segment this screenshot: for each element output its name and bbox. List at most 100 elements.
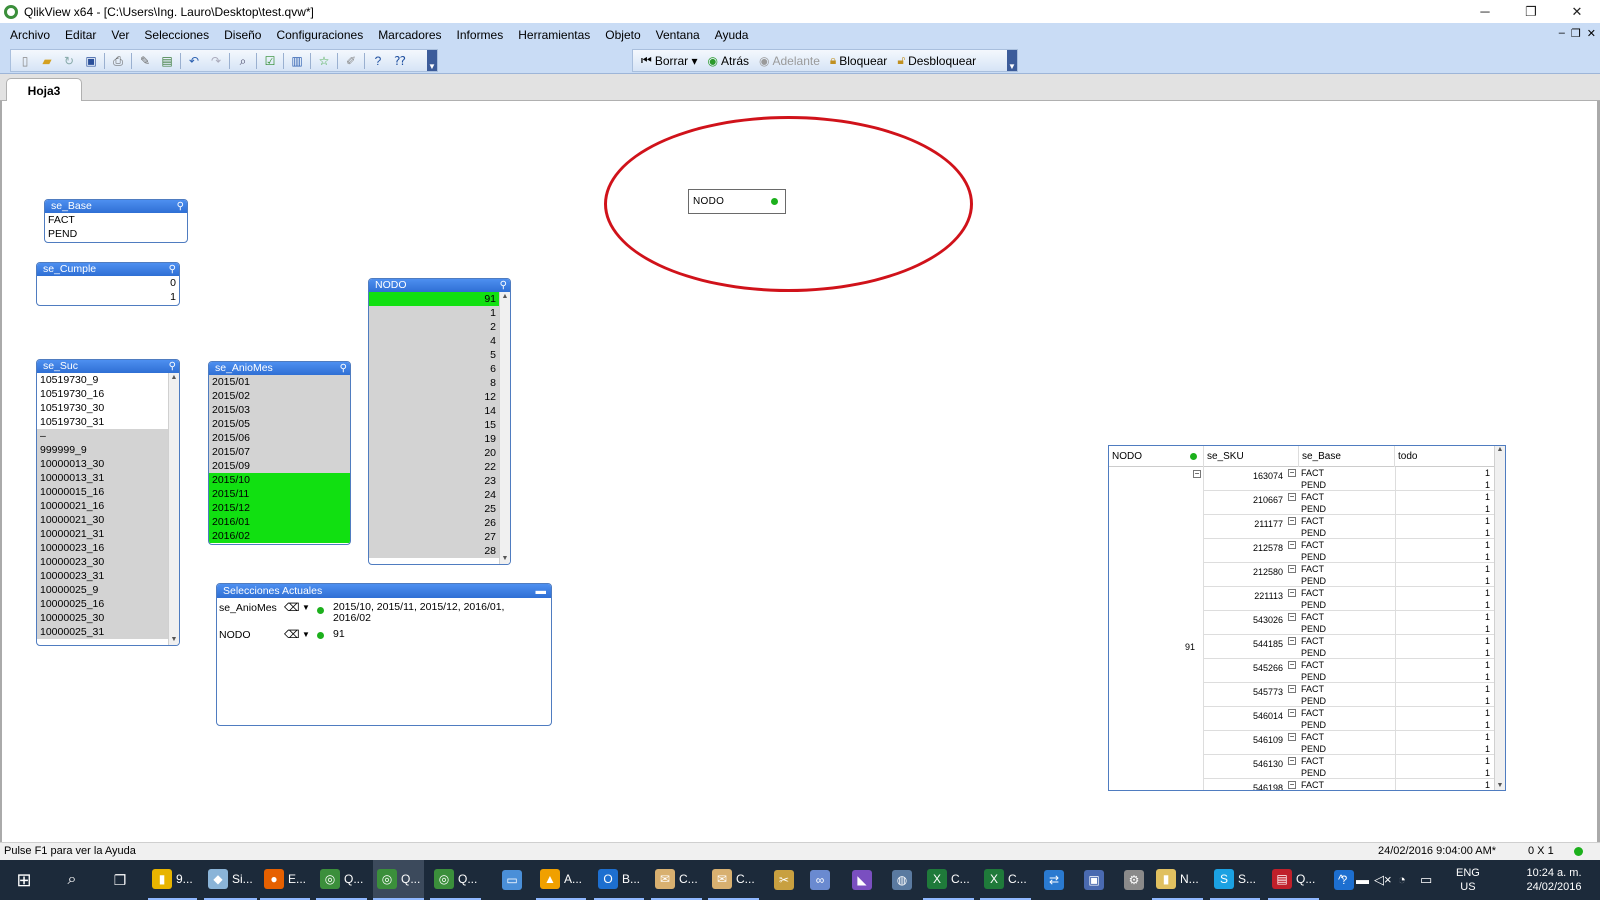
column-header-nodo[interactable]: NODO <box>1109 446 1204 467</box>
list-item[interactable]: 10000013_31 <box>37 471 168 485</box>
power-icon[interactable]: ▬ <box>1356 872 1369 887</box>
list-item[interactable]: 10519730_31 <box>37 415 168 429</box>
list-item[interactable]: 10000015_16 <box>37 485 168 499</box>
mdi-minimize-button[interactable]: – <box>1559 27 1565 40</box>
list-item[interactable]: 12 <box>369 390 499 404</box>
scroll-up-icon[interactable]: ▲ <box>1495 446 1505 456</box>
list-item[interactable]: 2015/05 <box>209 417 350 431</box>
scroll-up-icon[interactable]: ▲ <box>169 373 179 383</box>
collapse-icon[interactable]: − <box>1288 757 1296 765</box>
checkbox-icon[interactable]: ☑ <box>262 53 278 69</box>
list-item[interactable]: 2015/11 <box>209 487 350 501</box>
collapse-icon[interactable]: − <box>1288 781 1296 789</box>
collapse-icon[interactable]: − <box>1288 613 1296 621</box>
vertical-scrollbar[interactable]: ▲ ▼ <box>499 292 510 564</box>
forward-button[interactable]: ◉ Adelante <box>759 54 820 68</box>
list-item[interactable]: 10000025_16 <box>37 597 168 611</box>
undo-icon[interactable]: ↶ <box>186 53 202 69</box>
list-item[interactable]: 23 <box>369 474 499 488</box>
menu-ver[interactable]: Ver <box>111 28 129 42</box>
context-help-icon[interactable]: ⁇ <box>392 53 408 69</box>
menu-objeto[interactable]: Objeto <box>605 28 640 42</box>
list-item[interactable]: 20 <box>369 446 499 460</box>
search-icon[interactable]: ⚲ <box>177 200 184 213</box>
taskbar-app-button[interactable]: ● E... <box>260 860 311 900</box>
list-item[interactable]: 2015/03 <box>209 403 350 417</box>
task-view-icon[interactable]: ❐ <box>108 860 132 900</box>
volume-muted-icon[interactable]: ◁× <box>1374 872 1392 888</box>
taskbar-app-button[interactable]: ◍ <box>888 860 920 900</box>
list-item[interactable]: 10000023_30 <box>37 555 168 569</box>
chevron-down-icon[interactable]: ▼ <box>302 603 310 612</box>
column-header-se-base[interactable]: se_Base <box>1299 446 1395 467</box>
minimize-icon[interactable]: ▬ <box>536 584 547 598</box>
toolbar-options-icon[interactable]: ▼ <box>1007 50 1017 71</box>
list-item[interactable]: 19 <box>369 432 499 446</box>
taskbar-app-button[interactable]: ▤ Q... <box>1268 860 1320 900</box>
list-item[interactable]: 10000025_30 <box>37 611 168 625</box>
taskbar-app-button[interactable]: ◎ Q... <box>373 860 425 900</box>
list-item[interactable]: FACT <box>45 213 187 227</box>
taskbar-clock[interactable]: 10:24 a. m. 24/02/2016 <box>1520 866 1588 894</box>
edit-icon[interactable]: ✐ <box>343 53 359 69</box>
list-item[interactable]: 2015/01 <box>209 375 350 389</box>
list-item[interactable]: PEND <box>45 227 187 241</box>
list-item[interactable]: 2015/02 <box>209 389 350 403</box>
help-icon[interactable]: ? <box>370 53 386 69</box>
vertical-scrollbar[interactable]: ▲ ▼ <box>1494 446 1505 790</box>
list-item[interactable]: 2015/09 <box>209 459 350 473</box>
list-item[interactable]: 14 <box>369 404 499 418</box>
search-icon[interactable]: ⌕ <box>60 860 84 900</box>
list-item[interactable]: 999999_9 <box>37 443 168 457</box>
list-item[interactable]: 4 <box>369 334 499 348</box>
collapse-icon[interactable]: − <box>1288 733 1296 741</box>
list-item[interactable]: 2015/10 <box>209 473 350 487</box>
list-item[interactable]: 26 <box>369 516 499 530</box>
list-item[interactable]: 0 <box>37 276 179 290</box>
back-button[interactable]: ◉ Atrás <box>708 54 750 68</box>
collapse-icon[interactable]: − <box>1193 470 1201 478</box>
menu-ayuda[interactable]: Ayuda <box>715 28 749 42</box>
taskbar-app-button[interactable]: ✉ C... <box>708 860 759 900</box>
search-icon[interactable]: ⚲ <box>169 360 176 373</box>
list-item[interactable]: 8 <box>369 376 499 390</box>
list-item[interactable]: 2015/12 <box>209 501 350 515</box>
list-item[interactable]: 2015/06 <box>209 431 350 445</box>
scroll-down-icon[interactable]: ▼ <box>500 554 510 564</box>
taskbar-app-button[interactable]: ◎ Q... <box>316 860 368 900</box>
list-item[interactable]: 6 <box>369 362 499 376</box>
taskbar-app-button[interactable]: ▮ 9... <box>148 860 197 900</box>
eraser-icon[interactable]: ⌫ <box>284 628 300 641</box>
menu-configuraciones[interactable]: Configuraciones <box>276 28 363 42</box>
lock-button[interactable]: 🔒︎ Bloquear <box>830 53 887 68</box>
notifications-icon[interactable]: ▭ <box>1420 872 1432 888</box>
taskbar-app-button[interactable]: ⚙ <box>1120 860 1152 900</box>
list-item[interactable]: 10519730_16 <box>37 387 168 401</box>
taskbar-app-button[interactable]: S S... <box>1210 860 1261 900</box>
taskbar-app-button[interactable]: X C... <box>980 860 1031 900</box>
chevron-down-icon[interactable]: ▼ <box>302 630 310 639</box>
list-item[interactable]: 27 <box>369 530 499 544</box>
list-item[interactable]: 22 <box>369 460 499 474</box>
vertical-scrollbar[interactable]: ▲ ▼ <box>168 373 179 645</box>
list-item[interactable]: 1 <box>369 306 499 320</box>
collapse-icon[interactable]: − <box>1288 709 1296 717</box>
collapse-icon[interactable]: − <box>1288 637 1296 645</box>
list-item[interactable]: 10000023_16 <box>37 541 168 555</box>
open-folder-icon[interactable]: ▰ <box>39 53 55 69</box>
language-indicator[interactable]: ENG US <box>1456 866 1480 894</box>
menu-archivo[interactable]: Archivo <box>10 28 50 42</box>
menu-herramientas[interactable]: Herramientas <box>518 28 590 42</box>
collapse-icon[interactable]: − <box>1288 469 1296 477</box>
collapse-icon[interactable]: − <box>1288 661 1296 669</box>
list-item[interactable]: 5 <box>369 348 499 362</box>
collapse-icon[interactable]: − <box>1288 517 1296 525</box>
list-item[interactable]: 10519730_9 <box>37 373 168 387</box>
close-button[interactable]: ✕ <box>1554 0 1600 23</box>
eraser-icon[interactable]: ⌫ <box>284 601 300 614</box>
menu-ventana[interactable]: Ventana <box>656 28 700 42</box>
toolbar-options-icon[interactable]: ▼ <box>427 50 437 71</box>
redo-icon[interactable]: ↷ <box>208 53 224 69</box>
mdi-restore-button[interactable]: ❐ <box>1571 27 1581 40</box>
menu-informes[interactable]: Informes <box>457 28 504 42</box>
